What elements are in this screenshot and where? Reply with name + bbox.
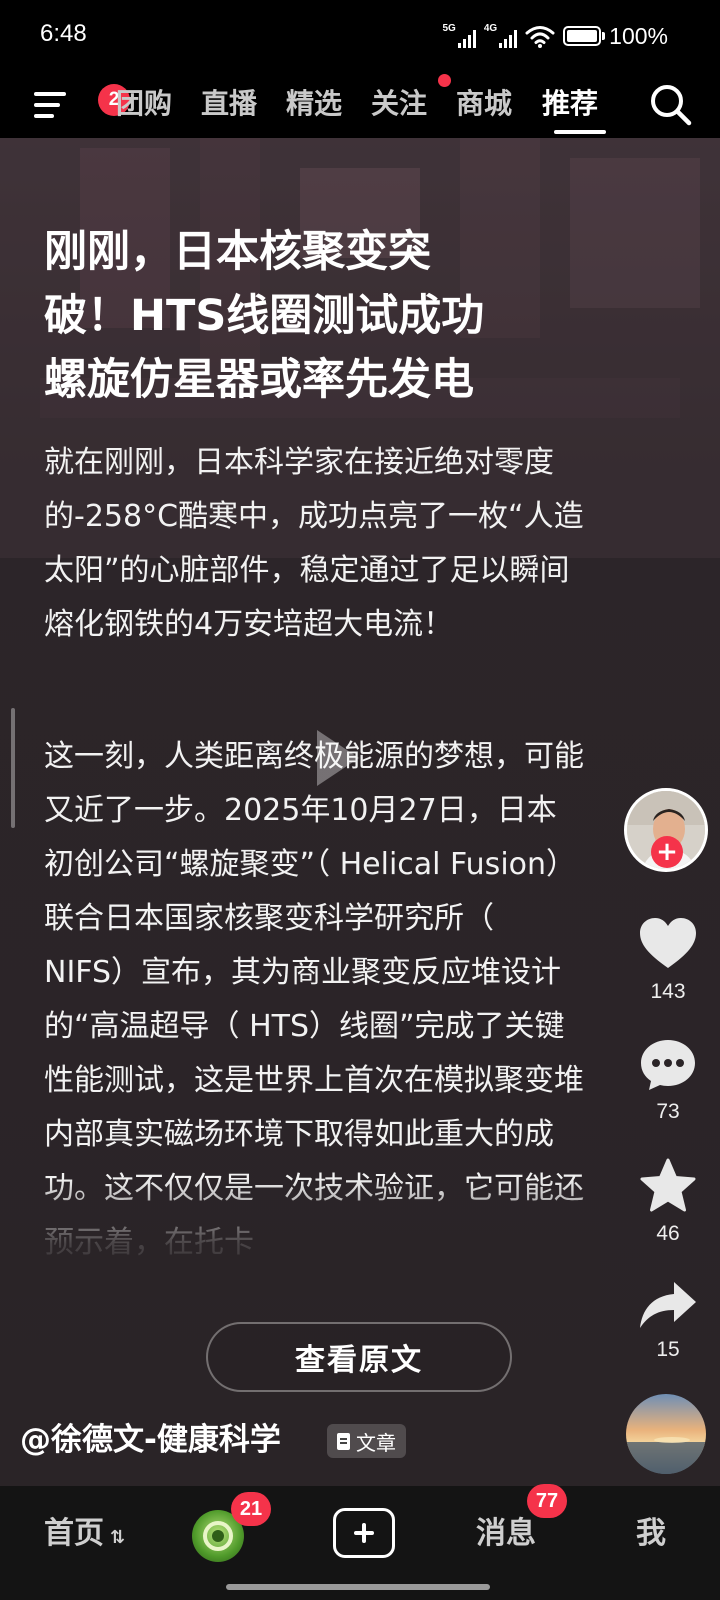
share-count: 15 [656,1338,680,1361]
article-type-tag: 文章 [327,1424,406,1458]
like-count: 143 [650,980,686,1003]
article-title: 刚刚，日本核聚变突 破！HTS线圈测试成功 螺旋仿星器或率先发电 [44,227,485,405]
search-icon[interactable] [648,82,694,128]
active-tab-indicator [554,130,606,134]
favorite-count: 46 [656,1222,680,1245]
signal-bars-icon [457,30,476,48]
top-nav: 2 团购 直播 精选 关注 商城 推荐 [0,72,720,138]
tab-featured[interactable]: 精选 [286,84,342,124]
tab-recommend[interactable]: 推荐 [542,84,598,124]
scroll-indicator [11,708,15,828]
bottom-nav: 首页 ⇅ 21 消息 77 我 [0,1484,720,1600]
home-indicator[interactable] [226,1584,490,1590]
following-notification-dot [438,74,451,87]
heart-icon [640,918,696,968]
play-icon [317,730,359,786]
share-icon [640,1282,696,1328]
star-icon [640,1158,696,1212]
status-time: 6:48 [40,20,87,47]
menu-button[interactable]: 2 [34,84,130,122]
view-original-button[interactable]: 查看原文 [206,1322,512,1392]
share-button[interactable]: 15 [626,1280,710,1362]
tab-following[interactable]: 关注 [371,84,427,124]
status-bar: 6:48 5G 4G 100% [0,0,720,72]
music-cover-image [626,1394,706,1474]
document-icon [337,1432,350,1450]
nav-messages[interactable]: 消息 [476,1508,536,1552]
status-icons: 5G 4G 100% [442,22,668,50]
nav-me[interactable]: 我 [636,1508,666,1552]
follow-plus-button[interactable]: + [651,836,683,868]
signal-4g: 4G [484,24,518,48]
battery-percent: 100% [609,22,668,49]
author-name[interactable]: @徐德文-健康科学 [20,1420,281,1460]
nav-home[interactable]: 首页 ⇅ [44,1508,125,1552]
signal-bars-icon [499,30,518,48]
refresh-arrows-icon: ⇅ [110,1527,126,1548]
messages-badge: 77 [527,1484,567,1518]
comment-button[interactable]: 73 [626,1038,710,1124]
signal-5g: 5G [442,24,476,48]
tab-group-buy[interactable]: 团购 [116,84,172,124]
music-disc[interactable] [626,1394,706,1474]
article-paragraph-1: 就在刚刚，日本科学家在接近绝对零度的-258°C酷寒中，成功点亮了一枚“人造太阳… [44,445,584,642]
battery-icon: 100% [563,23,668,50]
tab-mall[interactable]: 商城 [456,84,512,124]
favorite-button[interactable]: 46 [626,1158,710,1246]
create-post-button[interactable] [333,1508,395,1558]
article-card[interactable]: 刚刚，日本核聚变突 破！HTS线圈测试成功 螺旋仿星器或率先发电 就在刚刚，日本… [0,138,720,1486]
text-fade-overlay [0,1178,600,1298]
like-button[interactable]: 143 [626,916,710,1004]
wifi-icon [525,26,555,48]
comment-icon [641,1040,695,1090]
tab-live[interactable]: 直播 [201,84,257,124]
comment-count: 73 [656,1100,680,1123]
friends-badge: 21 [231,1492,271,1526]
